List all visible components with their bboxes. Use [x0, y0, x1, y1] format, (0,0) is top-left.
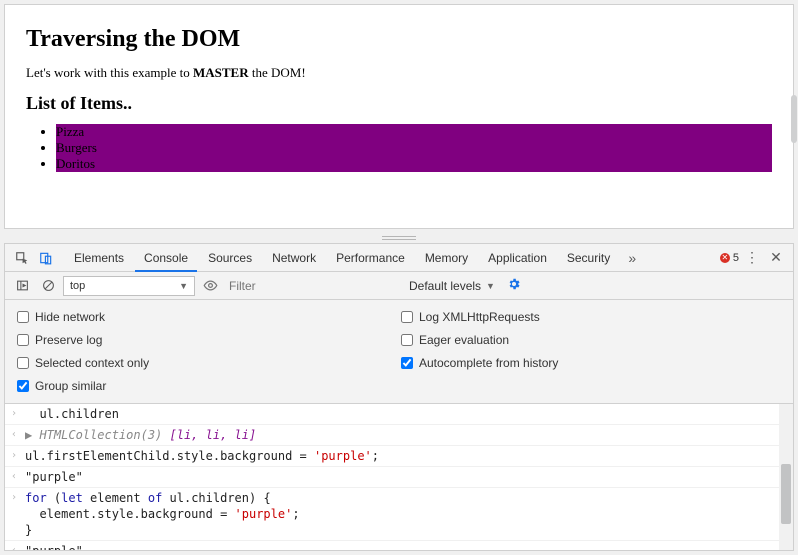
context-selector[interactable]: top ▼: [63, 276, 195, 296]
page-scrollbar[interactable]: [791, 95, 797, 143]
tab-sources[interactable]: Sources: [199, 244, 261, 272]
filter-input[interactable]: [225, 276, 405, 296]
console-output[interactable]: › ul.children ‹▶ HTMLCollection(3) [li, …: [5, 404, 793, 550]
page-paragraph: Let's work with this example to MASTER t…: [26, 65, 772, 81]
console-input-line: ul.firstElementChild.style.background = …: [25, 448, 787, 464]
console-scrollbar[interactable]: [779, 404, 793, 550]
console-filterbar: top ▼ Default levels ▼: [5, 272, 793, 300]
error-count[interactable]: ✕ 5: [720, 252, 739, 264]
close-devtools-icon[interactable]: ✕: [765, 249, 787, 266]
live-expression-icon[interactable]: [199, 275, 221, 297]
page-content: Traversing the DOM Let's work with this …: [8, 8, 790, 225]
tab-console[interactable]: Console: [135, 244, 197, 272]
list-item: Pizza: [56, 124, 772, 140]
console-settings-panel: Hide network Log XMLHttpRequests Preserv…: [5, 300, 793, 404]
chevron-down-icon: ▼: [486, 281, 495, 291]
tab-elements[interactable]: Elements: [65, 244, 133, 272]
console-cutoff: ul.children: [25, 406, 787, 422]
error-dot-icon: ✕: [720, 253, 730, 263]
device-toolbar-icon[interactable]: [35, 247, 57, 269]
console-result: "purple": [25, 469, 787, 485]
tab-security[interactable]: Security: [558, 244, 619, 272]
items-list: Pizza Burgers Doritos: [26, 124, 772, 172]
tab-performance[interactable]: Performance: [327, 244, 414, 272]
setting-eager-eval[interactable]: Eager evaluation: [401, 333, 781, 347]
tab-memory[interactable]: Memory: [416, 244, 477, 272]
log-levels-selector[interactable]: Default levels ▼: [409, 279, 495, 293]
list-item: Burgers: [56, 140, 772, 156]
console-sidebar-toggle-icon[interactable]: [11, 275, 33, 297]
clear-console-icon[interactable]: [37, 275, 59, 297]
page-viewport: Traversing the DOM Let's work with this …: [4, 4, 794, 229]
devtools-tabbar: Elements Console Sources Network Perform…: [5, 244, 793, 272]
devtools-resize-handle[interactable]: [0, 233, 798, 243]
setting-preserve-log[interactable]: Preserve log: [17, 333, 397, 347]
console-result[interactable]: ▶ HTMLCollection(3) [li, li, li]: [25, 427, 787, 443]
more-tabs-icon[interactable]: »: [621, 250, 643, 266]
tab-application[interactable]: Application: [479, 244, 556, 272]
console-input-line: for (let element of ul.children) { eleme…: [25, 490, 787, 538]
setting-hide-network[interactable]: Hide network: [17, 310, 397, 324]
list-item: Doritos: [56, 156, 772, 172]
setting-log-xhr[interactable]: Log XMLHttpRequests: [401, 310, 781, 324]
kebab-menu-icon[interactable]: ⋮: [741, 249, 763, 266]
setting-selected-ctx[interactable]: Selected context only: [17, 356, 397, 370]
inspect-element-icon[interactable]: [11, 247, 33, 269]
chevron-down-icon: ▼: [179, 281, 188, 291]
tab-network[interactable]: Network: [263, 244, 325, 272]
setting-group-similar[interactable]: Group similar: [17, 379, 397, 393]
setting-autocomplete[interactable]: Autocomplete from history: [401, 356, 781, 370]
page-h1: Traversing the DOM: [26, 26, 772, 53]
console-settings-icon[interactable]: [503, 277, 525, 294]
devtools-panel: Elements Console Sources Network Perform…: [4, 243, 794, 551]
page-h2: List of Items..: [26, 93, 772, 114]
console-result: "purple": [25, 543, 787, 550]
